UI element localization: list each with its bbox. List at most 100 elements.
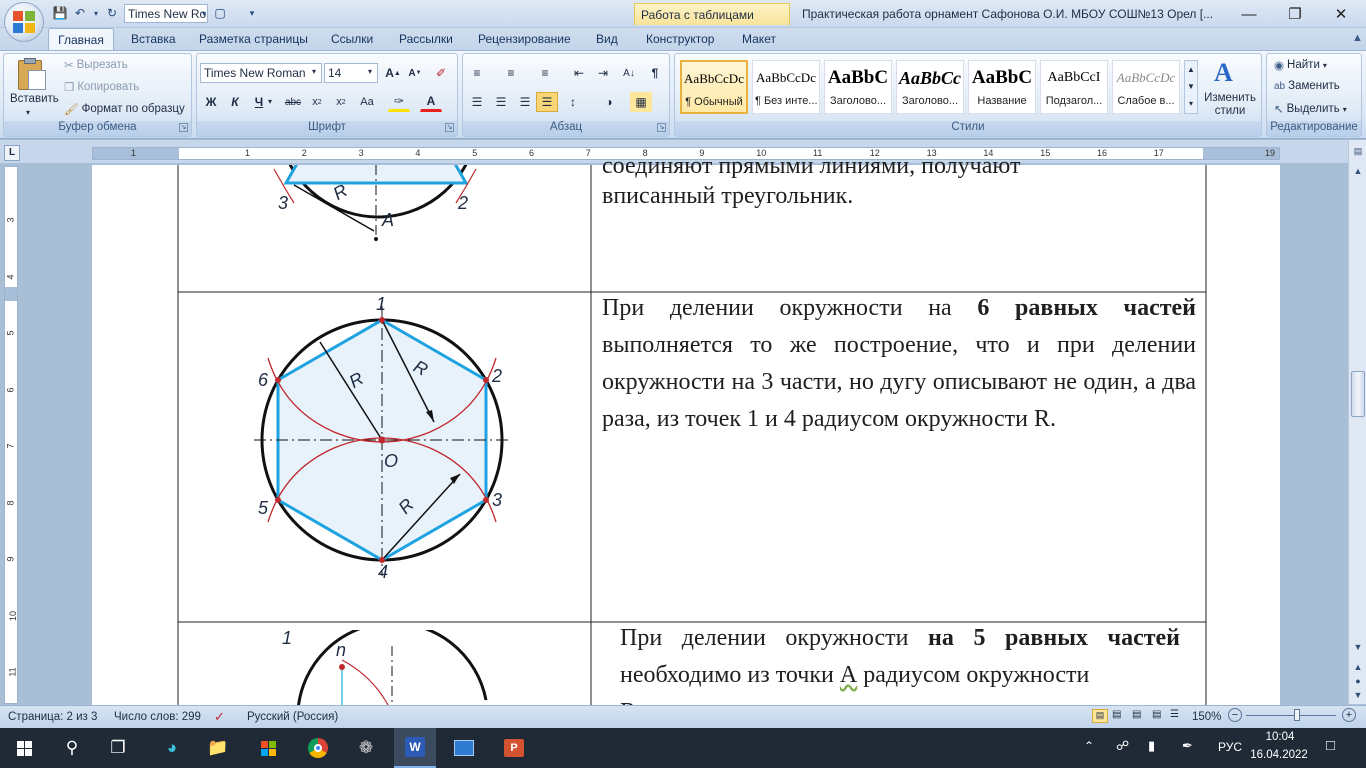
styles-scroll[interactable]: ▲ ▼ ▾: [1184, 60, 1198, 114]
windows-start-icon[interactable]: [4, 728, 44, 768]
task-view-icon[interactable]: ❐: [98, 728, 138, 768]
undo-icon[interactable]: ↶: [72, 5, 88, 21]
launcher-icon[interactable]: ↘: [445, 123, 454, 132]
media-icon[interactable]: ❁: [346, 728, 386, 768]
draft-icon[interactable]: ☰: [1170, 709, 1179, 720]
style-normal[interactable]: AaBbCcDc ¶ Обычный: [680, 60, 748, 114]
tab-insert[interactable]: Вставка: [131, 28, 176, 50]
scroll-thumb[interactable]: [1351, 371, 1365, 417]
strikethrough-icon[interactable]: abc: [282, 92, 304, 112]
page-counter[interactable]: Страница: 2 из 3: [8, 711, 97, 723]
justify-icon[interactable]: ☰: [536, 92, 558, 112]
close-icon[interactable]: ✕: [1318, 0, 1364, 28]
grow-font-icon[interactable]: A ▲: [382, 63, 404, 83]
language-status[interactable]: Русский (Россия): [247, 711, 338, 723]
clear-format-icon[interactable]: ✐: [430, 63, 452, 83]
edge-icon[interactable]: ◕: [152, 728, 192, 768]
zoom-level[interactable]: 150%: [1192, 711, 1221, 723]
chrome-icon[interactable]: [298, 728, 338, 768]
change-styles-icon[interactable]: A: [1214, 58, 1233, 88]
word-icon[interactable]: W: [394, 728, 436, 768]
underline-dropdown-icon[interactable]: ▾: [268, 97, 272, 106]
redo-icon[interactable]: ↻: [104, 5, 120, 21]
find-button[interactable]: ◉ Найти ▾: [1274, 58, 1327, 72]
bold-icon[interactable]: Ж: [200, 92, 222, 112]
restore-icon[interactable]: ❐: [1272, 0, 1318, 28]
zoom-in-icon[interactable]: +: [1342, 708, 1356, 722]
align-right-icon[interactable]: ☰: [514, 92, 536, 112]
tab-layout[interactable]: Макет: [742, 28, 776, 50]
paste-button[interactable]: Вставить: [10, 93, 59, 105]
change-case-icon[interactable]: Aa: [356, 92, 378, 112]
clock-date[interactable]: 16.04.2022: [1246, 749, 1312, 761]
select-button[interactable]: ↖ Выделить ▾: [1274, 102, 1347, 116]
borders-icon[interactable]: ▦: [630, 92, 652, 112]
outline-icon[interactable]: ▤: [1152, 709, 1161, 720]
word-count[interactable]: Число слов: 299: [114, 711, 201, 723]
show-marks-icon[interactable]: ¶: [644, 63, 666, 83]
tab-view[interactable]: Вид: [596, 28, 618, 50]
sort-icon[interactable]: A↓: [618, 63, 640, 83]
tab-page-layout[interactable]: Разметка страницы: [199, 28, 308, 50]
search-icon[interactable]: ⚲: [52, 728, 92, 768]
shrink-font-icon[interactable]: A ▼: [404, 63, 426, 83]
scroll-down-icon[interactable]: ▼: [1351, 640, 1365, 654]
tray-chevron-icon[interactable]: ⌃: [1084, 739, 1094, 753]
style-no-spacing[interactable]: AaBbCcDc ¶ Без инте...: [752, 60, 820, 114]
paste-icon[interactable]: [14, 56, 48, 92]
notifications-icon[interactable]: □: [1326, 737, 1335, 754]
multilevel-list-icon[interactable]: ≡: [534, 63, 556, 83]
launcher-icon[interactable]: ↘: [657, 123, 666, 132]
superscript-icon[interactable]: x2: [330, 92, 352, 112]
ruler-toggle-icon[interactable]: ▤: [1351, 144, 1365, 158]
tab-mailings[interactable]: Рассылки: [399, 28, 453, 50]
style-heading-2[interactable]: AaBbCc Заголово...: [896, 60, 964, 114]
proofing-icon[interactable]: ✓: [214, 709, 225, 725]
line-spacing-icon[interactable]: ↕: [562, 92, 584, 112]
bullets-icon[interactable]: ≡: [466, 63, 488, 83]
align-left-icon[interactable]: ☰: [466, 92, 488, 112]
format-painter-button[interactable]: 🖌 Формат по образцу: [64, 102, 185, 116]
web-layout-icon[interactable]: ▤: [1132, 709, 1141, 720]
vertical-scrollbar[interactable]: ▤ ▲ ▼ ▲ ● ▼: [1348, 140, 1366, 704]
font-name-box[interactable]: Times New Roman: [200, 63, 322, 83]
office-button[interactable]: [4, 2, 44, 42]
qat-font-dropdown-icon[interactable]: ▾: [196, 5, 212, 21]
scroll-up-icon[interactable]: ▲: [1351, 164, 1365, 178]
tab-design[interactable]: Конструктор: [646, 28, 714, 50]
battery-icon[interactable]: ▮: [1148, 738, 1155, 754]
input-language[interactable]: РУС: [1218, 740, 1242, 754]
undo-dropdown-icon[interactable]: ▾: [88, 5, 104, 21]
tab-review[interactable]: Рецензирование: [478, 28, 571, 50]
numbering-icon[interactable]: ≡: [500, 63, 522, 83]
style-subtle-emphasis[interactable]: AaBbCcDc Слабое в...: [1112, 60, 1180, 114]
launcher-icon[interactable]: ↘: [179, 123, 188, 132]
store-icon[interactable]: [248, 728, 288, 768]
copy-button[interactable]: ❐ Копировать: [64, 80, 139, 94]
decrease-indent-icon[interactable]: ⇤: [568, 63, 590, 83]
change-styles-button[interactable]: Изменить стили: [1202, 92, 1258, 118]
powerpoint-icon[interactable]: P: [494, 728, 534, 768]
tab-references[interactable]: Ссылки: [331, 28, 373, 50]
zoom-out-icon[interactable]: −: [1228, 708, 1242, 722]
style-title[interactable]: AaBbC Название: [968, 60, 1036, 114]
customize-qat-icon[interactable]: ▾: [244, 5, 260, 21]
highlight-icon[interactable]: ✑: [388, 92, 410, 112]
pen-icon[interactable]: ✒: [1182, 738, 1193, 754]
tray-device-icon[interactable]: ☍: [1116, 738, 1129, 754]
save-icon[interactable]: 💾: [52, 5, 68, 21]
collapse-ribbon-icon[interactable]: ▲: [1352, 32, 1363, 44]
font-name-dropdown-icon[interactable]: ▾: [312, 67, 316, 76]
paste-dropdown-icon[interactable]: ▾: [26, 108, 30, 117]
subscript-icon[interactable]: x2: [306, 92, 328, 112]
zoom-slider-track[interactable]: [1246, 715, 1336, 716]
tab-home[interactable]: Главная: [48, 28, 114, 51]
font-size-dropdown-icon[interactable]: ▾: [368, 67, 372, 76]
italic-icon[interactable]: К: [224, 92, 246, 112]
underline-icon[interactable]: Ч: [248, 92, 270, 112]
minimize-icon[interactable]: —: [1226, 0, 1272, 28]
style-heading-1[interactable]: AaBbC Заголово...: [824, 60, 892, 114]
style-subtitle[interactable]: AaBbCcI Подзагол...: [1040, 60, 1108, 114]
previous-page-icon[interactable]: ▲: [1351, 660, 1365, 674]
vertical-ruler[interactable]: 3456789101112: [4, 166, 18, 704]
